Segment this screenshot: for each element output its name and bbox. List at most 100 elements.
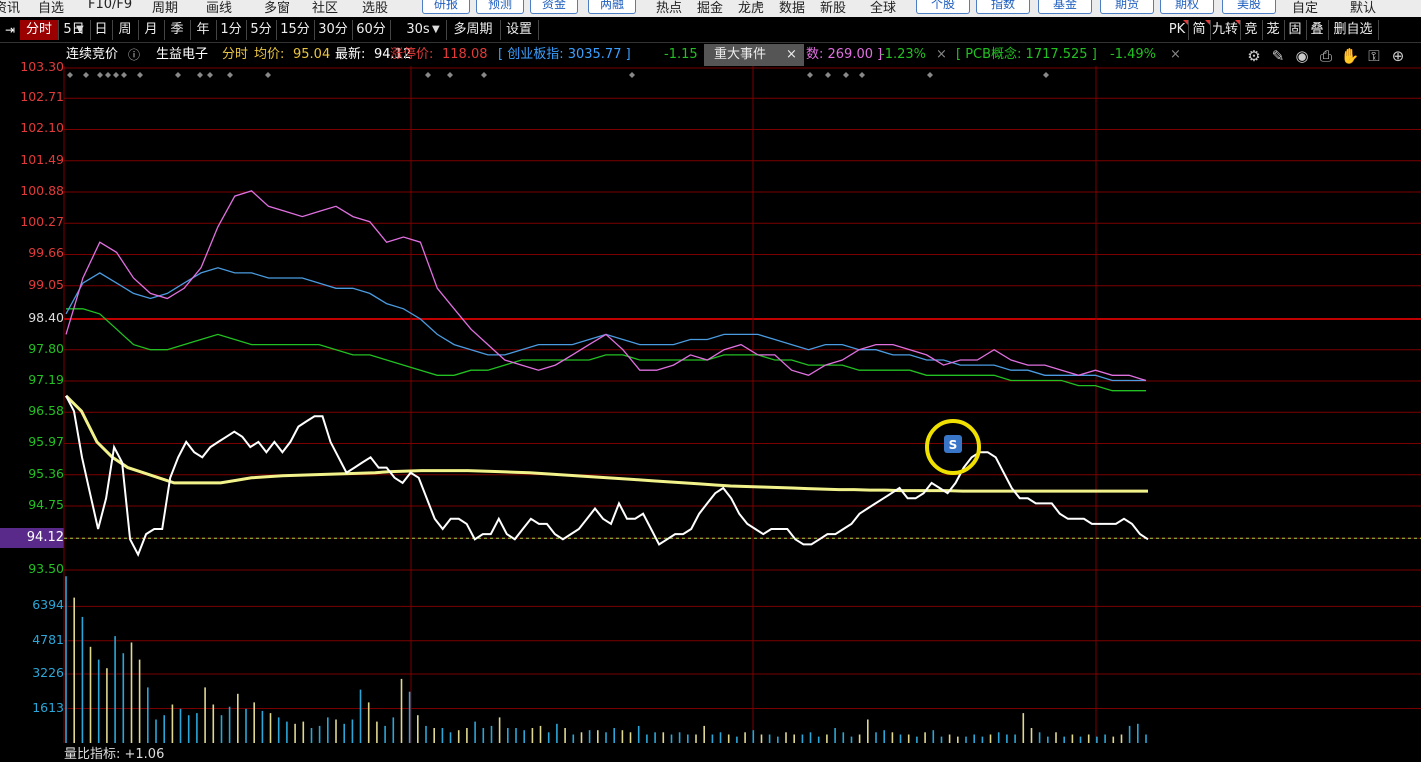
top-nav-item[interactable]: 默认 — [1350, 0, 1376, 16]
price-tick-label: 97.80 — [28, 340, 64, 356]
right-tool-button[interactable]: 简 — [1188, 20, 1211, 40]
close-icon[interactable]: × — [936, 44, 947, 66]
tab-period[interactable]: 5日 — [58, 20, 91, 40]
lock-icon[interactable]: ⚿ — [1363, 46, 1385, 66]
hand-icon[interactable]: ✋ — [1339, 46, 1361, 66]
top-nav-item[interactable]: 新股 — [820, 0, 846, 16]
top-nav-item[interactable]: 自定 — [1292, 0, 1318, 16]
tab-period[interactable]: 季 — [164, 20, 191, 40]
tab-period[interactable]: 60分 — [352, 20, 391, 40]
right-tool-button[interactable]: 竞 — [1240, 20, 1263, 40]
event-marker-icon — [175, 72, 181, 78]
event-marker-icon — [859, 72, 865, 78]
top-nav-item[interactable]: 热点 — [656, 0, 682, 16]
tab-period[interactable]: 周 — [112, 20, 139, 40]
price-tick-label: 93.50 — [28, 561, 64, 576]
price-line — [65, 395, 1149, 558]
major-events-tab[interactable]: 重大事件 × — [704, 44, 804, 66]
close-icon[interactable]: × — [1170, 44, 1181, 66]
top-nav-button[interactable]: 研报 — [422, 0, 470, 14]
tab-period[interactable]: 分时 — [20, 20, 59, 40]
event-marker-icon — [67, 72, 73, 78]
event-marker-icon — [113, 72, 119, 78]
pen-icon[interactable]: ✎ — [1267, 46, 1289, 66]
top-nav-item[interactable]: 选股 — [362, 0, 388, 16]
tab-period[interactable]: 年 — [190, 20, 217, 40]
top-nav-button[interactable]: 期货 — [1100, 0, 1154, 14]
signal-marker-icon — [944, 435, 962, 453]
close-icon[interactable]: × — [786, 44, 797, 66]
current-price-tag: 94.12 — [0, 528, 64, 548]
price-tick-label: 100.27 — [20, 214, 64, 230]
last-price-label: 最新: — [335, 47, 366, 62]
event-marker-icon — [425, 72, 431, 78]
top-nav-item[interactable]: 周期 — [152, 0, 178, 16]
stock-name: 生益电子 — [156, 47, 209, 62]
tab-period[interactable]: 多周期 — [446, 20, 501, 40]
top-nav-button[interactable]: 预测 — [476, 0, 524, 14]
top-nav-button[interactable]: 两融 — [588, 0, 636, 14]
event-marker-icon — [265, 72, 271, 78]
top-nav-item[interactable]: 数据 — [779, 0, 805, 16]
chevron-down-icon[interactable]: ▼ — [432, 20, 440, 40]
price-tick-label: 100.88 — [20, 182, 64, 198]
plus-icon[interactable]: ⊕ — [1387, 46, 1409, 66]
right-tool-button[interactable]: 叠 — [1306, 20, 1329, 40]
event-marker-icon — [197, 72, 203, 78]
right-tool-button[interactable]: 固 — [1284, 20, 1307, 40]
event-marker-icon — [447, 72, 453, 78]
top-nav-item[interactable]: 画线 — [206, 0, 232, 16]
event-marker-icon — [1043, 72, 1049, 78]
top-nav-button[interactable]: 资金 — [530, 0, 578, 14]
top-nav-item[interactable]: 龙虎 — [738, 0, 764, 16]
limit-up-label: 涨停价: — [390, 47, 434, 62]
right-tool-button[interactable]: 茏 — [1262, 20, 1285, 40]
top-nav-item[interactable]: 自选 — [38, 0, 64, 16]
event-marker-icon — [207, 72, 213, 78]
info-icon[interactable]: ⓘ — [128, 44, 140, 66]
tab-period[interactable]: 30分 — [314, 20, 353, 40]
event-marker-icon — [97, 72, 103, 78]
event-marker-icon — [843, 72, 849, 78]
index-chinext-change: -1.15 — [664, 47, 698, 62]
mode-label: 分时 — [222, 47, 249, 62]
panel-collapse-icon[interactable]: ⇥ — [2, 20, 18, 40]
eye-icon[interactable]: ◉ — [1291, 46, 1313, 66]
tab-period[interactable]: 设置 — [500, 20, 539, 40]
tab-period[interactable]: 15分 — [276, 20, 315, 40]
price-tick-label: 99.05 — [28, 276, 64, 292]
major-events-label: 重大事件 — [714, 47, 767, 62]
chevron-down-icon[interactable]: ▼ — [76, 20, 84, 40]
top-nav-button[interactable]: 美股 — [1222, 0, 1276, 14]
right-tool-button[interactable]: 九转 — [1210, 20, 1241, 40]
top-nav-button[interactable]: 期权 — [1160, 0, 1214, 14]
top-nav-button[interactable]: 指数 — [976, 0, 1030, 14]
volume-ratio-label: 量比指标: +1.06 — [64, 747, 165, 762]
right-tool-button[interactable]: 删自选 — [1328, 20, 1379, 40]
tab-period[interactable]: 1分 — [216, 20, 247, 40]
top-nav-item[interactable]: 社区 — [312, 0, 338, 16]
price-tick-label: 98.40 — [28, 310, 64, 325]
top-nav-button[interactable]: 基金 — [1038, 0, 1092, 14]
avg-price-value: 95.04 — [293, 47, 331, 62]
top-nav-item[interactable]: 全球 — [870, 0, 896, 16]
price-tick-label: 96.58 — [28, 403, 64, 419]
index-pcb[interactable]: [ PCB概念: 1717.525 ] — [956, 44, 1097, 66]
settings-icon[interactable]: ⚙ — [1243, 46, 1265, 66]
right-tool-button[interactable]: PK — [1166, 20, 1189, 40]
tab-period[interactable]: 日 — [90, 20, 113, 40]
top-nav-item[interactable]: 掘金 — [697, 0, 723, 16]
index-sector-tail[interactable]: 数: 269.00 ] — [806, 44, 882, 66]
index-blue-line — [65, 267, 1146, 382]
top-nav-item[interactable]: 资讯 — [0, 0, 20, 16]
tab-period[interactable]: 月 — [138, 20, 165, 40]
index-chinext[interactable]: [ 创业板指: 3035.77 ] — [498, 44, 631, 66]
highlight-circle — [925, 419, 981, 475]
print-icon[interactable]: ⎙ — [1315, 46, 1337, 66]
price-tick-label: 102.10 — [20, 120, 64, 136]
tab-period[interactable]: 5分 — [246, 20, 277, 40]
top-nav-item[interactable]: F10/F9 — [88, 0, 132, 12]
top-nav-item[interactable]: 多窗 — [264, 0, 290, 16]
top-nav-button[interactable]: 个股 — [916, 0, 970, 14]
event-marker-icon — [121, 72, 127, 78]
